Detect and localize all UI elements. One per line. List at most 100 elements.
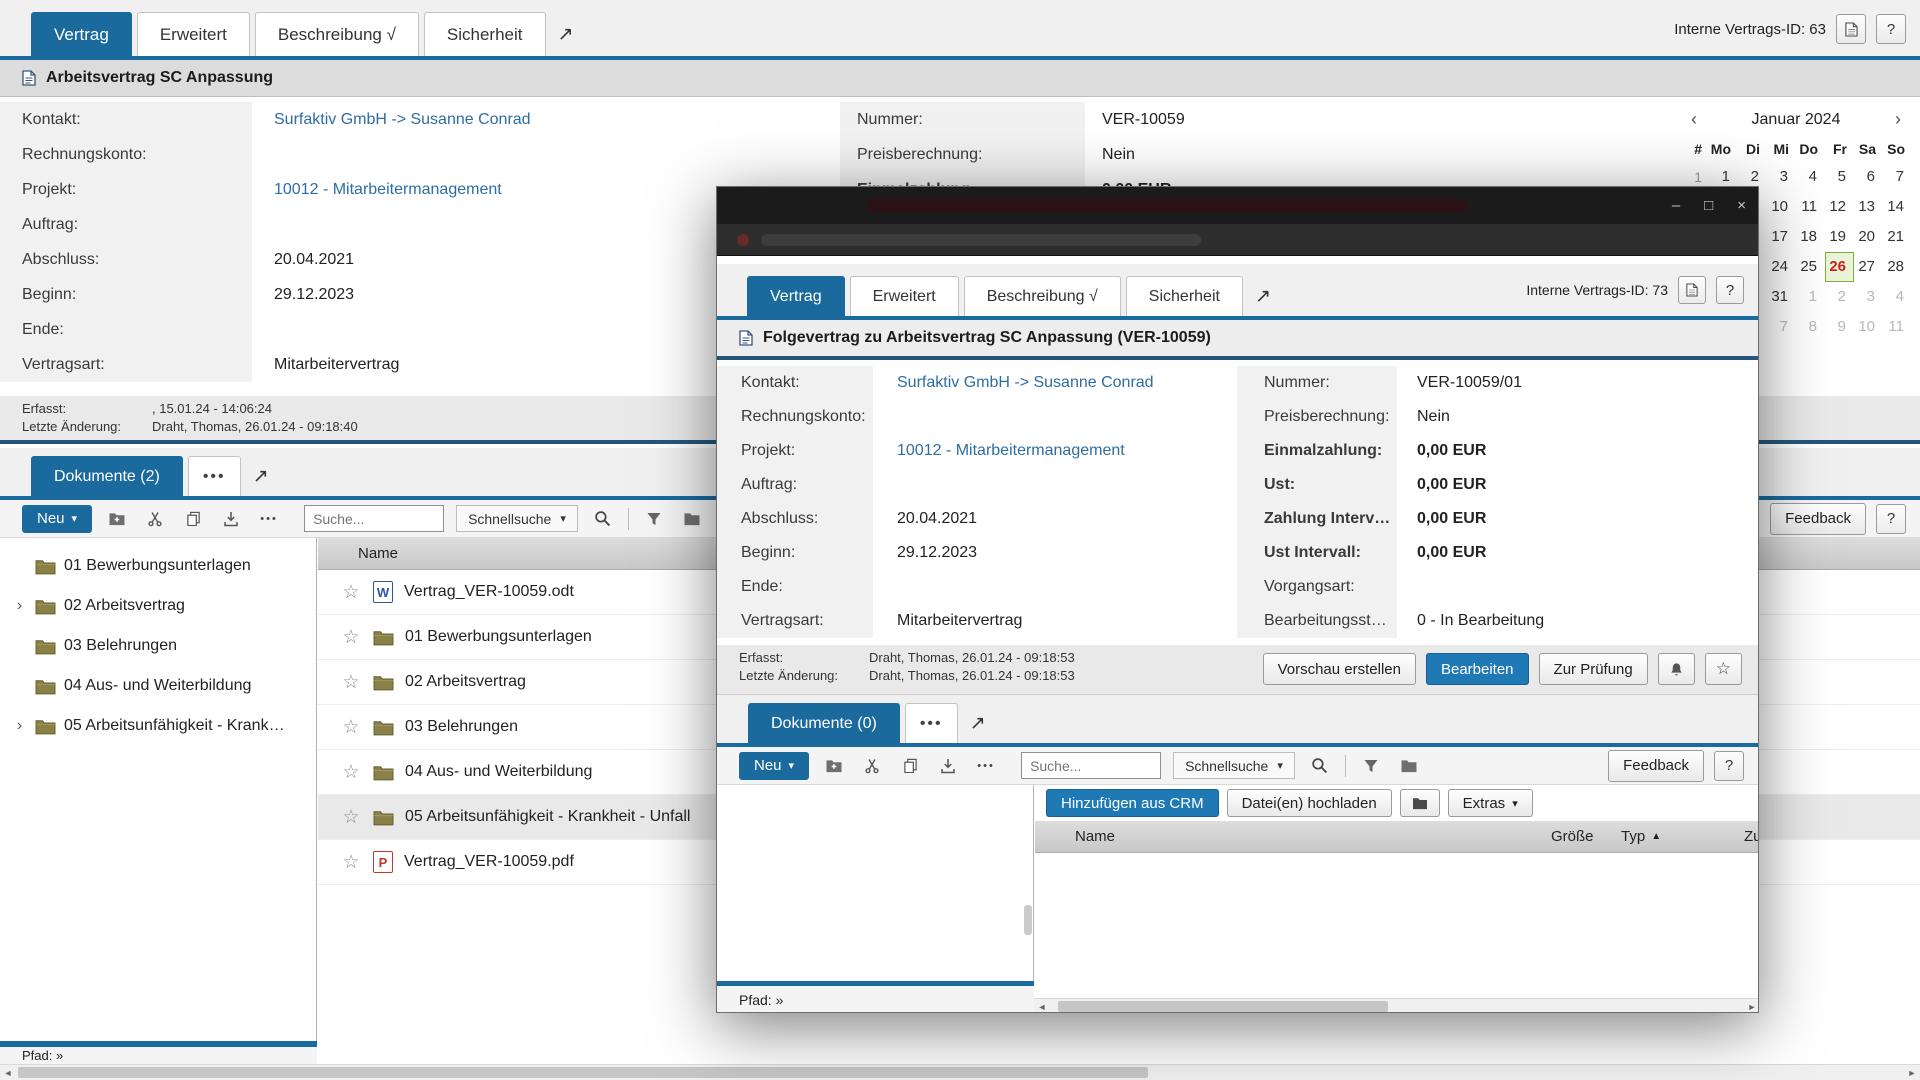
expand-icon[interactable]: ↗ <box>1243 276 1283 316</box>
calendar-day[interactable]: 3 <box>1854 282 1883 312</box>
copy-icon[interactable] <box>897 753 923 779</box>
expand-icon[interactable]: ↗ <box>546 12 586 56</box>
popup-address-bar[interactable] <box>717 224 1758 256</box>
calendar-day[interactable]: 28 <box>1883 252 1912 282</box>
calendar-prev-icon[interactable]: ‹ <box>1682 109 1706 130</box>
quicksearch-dropdown[interactable]: Schnellsuche▾ <box>1173 752 1295 779</box>
calendar-day[interactable]: 19 <box>1825 222 1854 252</box>
more-tabs-button[interactable]: ••• <box>188 456 241 496</box>
help-button[interactable]: ? <box>1716 276 1744 304</box>
help-button[interactable]: ? <box>1714 751 1744 781</box>
new-folder-icon[interactable] <box>104 506 130 532</box>
maximize-icon[interactable]: □ <box>1704 197 1713 214</box>
chevron-right-icon[interactable]: › <box>12 717 27 735</box>
download-icon[interactable] <box>935 753 961 779</box>
more-tabs-button[interactable]: ••• <box>905 703 958 743</box>
calendar-day[interactable]: 10 <box>1767 192 1796 222</box>
favorite-button[interactable]: ☆ <box>1705 653 1742 685</box>
overflow-icon[interactable]: ••• <box>973 753 999 779</box>
calendar-next-icon[interactable]: › <box>1886 109 1910 130</box>
calendar-day[interactable]: 2 <box>1825 282 1854 312</box>
favorite-star-icon[interactable]: ☆ <box>340 806 362 829</box>
calendar-day[interactable]: 5 <box>1825 162 1854 192</box>
new-folder-icon[interactable] <box>821 753 847 779</box>
favorite-star-icon[interactable]: ☆ <box>340 851 362 874</box>
tab-sicherheit[interactable]: Sicherheit <box>424 12 546 56</box>
tree-folder-item[interactable]: › 05 Arbeitsunfähigkeit - Krank… <box>0 706 316 746</box>
close-icon[interactable]: × <box>1737 197 1746 214</box>
quicksearch-dropdown[interactable]: Schnellsuche▾ <box>456 505 578 532</box>
calendar-day[interactable]: 18 <box>1796 222 1825 252</box>
calendar-day[interactable]: 6 <box>1854 162 1883 192</box>
favorite-star-icon[interactable]: ☆ <box>340 581 362 604</box>
size-column-header[interactable]: Größe <box>1551 821 1594 852</box>
tab-sicherheit[interactable]: Sicherheit <box>1126 276 1243 316</box>
tree-folder-item[interactable]: 03 Belehrungen <box>0 626 316 666</box>
favorite-star-icon[interactable]: ☆ <box>340 626 362 649</box>
overflow-icon[interactable]: ••• <box>256 506 282 532</box>
tree-scrollbar-thumb[interactable] <box>1024 905 1032 935</box>
expand-icon[interactable]: ↗ <box>241 456 281 496</box>
feedback-button[interactable]: Feedback <box>1770 503 1866 535</box>
clipped-column-header[interactable]: Zu <box>1744 821 1759 852</box>
favorite-star-icon[interactable]: ☆ <box>340 761 362 784</box>
calendar-day[interactable]: 4 <box>1796 162 1825 192</box>
scrollbar-track[interactable] <box>16 1065 1904 1080</box>
search-input[interactable] <box>304 505 444 532</box>
help-button[interactable]: ? <box>1876 504 1906 534</box>
tab-dokumente[interactable]: Dokumente (2) <box>31 456 183 496</box>
favorite-star-icon[interactable]: ☆ <box>340 671 362 694</box>
calendar-day[interactable]: 25 <box>1796 252 1825 282</box>
calendar-day[interactable]: 12 <box>1825 192 1854 222</box>
calendar-today[interactable]: 26 <box>1825 252 1854 282</box>
calendar-day[interactable]: 14 <box>1883 192 1912 222</box>
tab-beschreibung[interactable]: Beschreibung √ <box>964 276 1121 316</box>
type-column-header[interactable]: Typ▲ <box>1621 821 1661 852</box>
neu-button[interactable]: Neu▾ <box>739 752 809 780</box>
tree-folder-item[interactable]: › 02 Arbeitsvertrag <box>0 586 316 626</box>
upload-folder-button[interactable] <box>1400 789 1440 817</box>
extras-button[interactable]: Extras▾ <box>1448 789 1533 817</box>
scroll-right-icon[interactable]: ► <box>1744 999 1759 1013</box>
calendar-day[interactable]: 9 <box>1825 312 1854 342</box>
folder-icon[interactable] <box>1396 753 1422 779</box>
scrollbar-thumb[interactable] <box>18 1067 1148 1078</box>
vorschau-erstellen-button[interactable]: Vorschau erstellen <box>1263 653 1416 685</box>
calendar-day[interactable]: 24 <box>1767 252 1796 282</box>
folder-icon[interactable] <box>679 506 705 532</box>
calendar-day[interactable]: 21 <box>1883 222 1912 252</box>
tab-erweitert[interactable]: Erweitert <box>137 12 250 56</box>
help-button[interactable]: ? <box>1876 14 1906 44</box>
zur-pruefung-button[interactable]: Zur Prüfung <box>1539 653 1648 685</box>
scroll-right-icon[interactable]: ► <box>1904 1065 1920 1080</box>
calendar-day[interactable]: 7 <box>1883 162 1912 192</box>
favorite-star-icon[interactable]: ☆ <box>340 716 362 739</box>
scroll-left-icon[interactable]: ◄ <box>0 1065 16 1080</box>
calendar-day[interactable]: 10 <box>1854 312 1883 342</box>
calendar-day[interactable]: 11 <box>1796 192 1825 222</box>
tree-folder-item[interactable]: 01 Bewerbungsunterlagen <box>0 546 316 586</box>
popup-horizontal-scrollbar[interactable]: ◄ ► <box>1034 998 1759 1013</box>
minimize-icon[interactable]: – <box>1672 197 1680 214</box>
tree-folder-item[interactable]: 04 Aus- und Weiterbildung <box>0 666 316 706</box>
calendar-day[interactable]: 27 <box>1854 252 1883 282</box>
scroll-left-icon[interactable]: ◄ <box>1034 999 1050 1013</box>
calendar-day[interactable]: 13 <box>1854 192 1883 222</box>
scrollbar-track[interactable] <box>1050 999 1744 1013</box>
name-column-header[interactable]: Name <box>1075 821 1115 852</box>
copy-icon[interactable] <box>180 506 206 532</box>
calendar-day[interactable]: 1 <box>1796 282 1825 312</box>
upload-files-button[interactable]: Datei(en) hochladen <box>1227 789 1392 817</box>
tab-erweitert[interactable]: Erweitert <box>850 276 959 316</box>
calendar-day[interactable]: 7 <box>1767 312 1796 342</box>
filter-icon[interactable] <box>641 506 667 532</box>
popup-title-bar[interactable]: – □ × <box>717 187 1758 224</box>
calendar-day[interactable]: 20 <box>1854 222 1883 252</box>
cut-icon[interactable] <box>142 506 168 532</box>
search-input[interactable] <box>1021 752 1161 779</box>
bearbeiten-button[interactable]: Bearbeiten <box>1426 653 1529 685</box>
calendar-day[interactable]: 8 <box>1796 312 1825 342</box>
feedback-button[interactable]: Feedback <box>1608 750 1704 782</box>
search-icon[interactable] <box>1307 753 1333 779</box>
search-icon[interactable] <box>590 506 616 532</box>
